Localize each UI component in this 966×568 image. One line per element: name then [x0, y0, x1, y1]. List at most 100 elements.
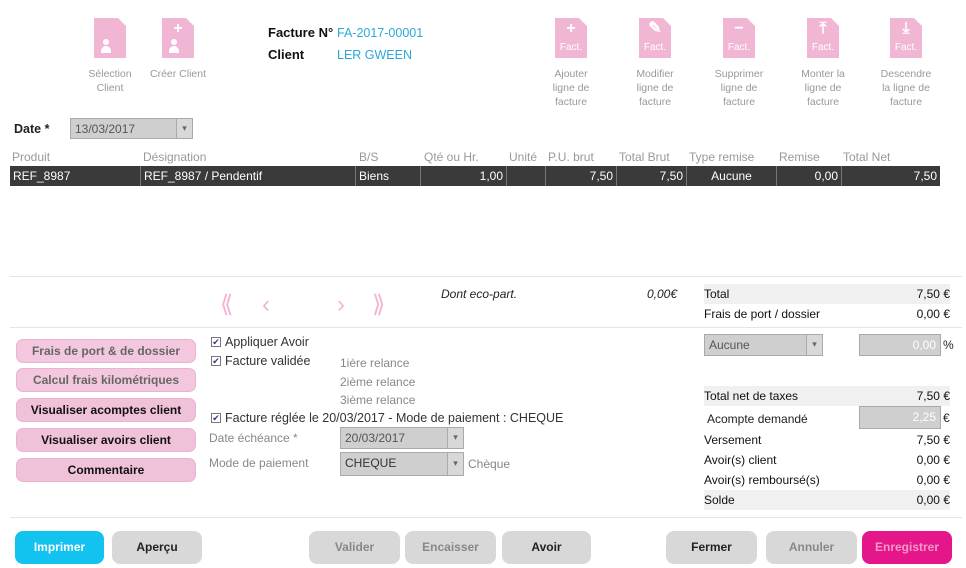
- section-divider: [10, 327, 962, 328]
- frais-row: Frais de port / dossier 0,00 €: [704, 307, 950, 321]
- cell-pu-brut: 7,50: [545, 166, 616, 186]
- supprimer-label-3: facture: [722, 96, 756, 108]
- annuler-button[interactable]: Annuler: [766, 531, 857, 564]
- calcul-frais-km-button[interactable]: Calcul frais kilométriques: [16, 368, 196, 392]
- remise-type-select[interactable]: Aucune ▾: [704, 334, 823, 356]
- acompte-label: Acompte demandé: [707, 412, 808, 426]
- supprimer-label-1: Supprimer: [714, 68, 764, 80]
- modifier-label-1: Modifier: [636, 68, 674, 80]
- visualiser-acomptes-button[interactable]: Visualiser acomptes client: [16, 398, 196, 422]
- remise-pct-input[interactable]: 0,00: [859, 334, 941, 356]
- col-total-net: Total Net: [843, 150, 891, 164]
- first-page-icon[interactable]: ⟪: [220, 293, 233, 317]
- modifier-label-3: facture: [638, 96, 672, 108]
- delete-line-icon: − Fact.: [723, 18, 755, 58]
- fermer-button[interactable]: Fermer: [666, 531, 757, 564]
- mode-paiement-select[interactable]: CHEQUE ▾: [340, 452, 464, 476]
- date-select[interactable]: 13/03/2017 ▾: [70, 118, 193, 139]
- eco-part-value: 0,00€: [647, 287, 678, 301]
- last-page-icon[interactable]: ⟫: [372, 293, 385, 317]
- mode-paiement-text: Chèque: [468, 457, 511, 471]
- imprimer-button[interactable]: Imprimer: [15, 531, 104, 564]
- acompte-input[interactable]: 2,25: [859, 406, 941, 429]
- selection-client-label-1: Sélection: [88, 68, 132, 80]
- percent-sign: %: [943, 338, 954, 352]
- next-page-icon[interactable]: ›: [337, 293, 345, 317]
- creer-client-label: Créer Client: [149, 68, 207, 80]
- col-remise: Remise: [779, 150, 820, 164]
- apercu-button[interactable]: Aperçu: [112, 531, 202, 564]
- col-type-remise: Type remise: [689, 150, 755, 164]
- add-line-icon: + Fact.: [555, 18, 587, 58]
- table-divider: [10, 276, 962, 277]
- relance-1: 1ière relance: [340, 356, 410, 370]
- appliquer-avoir-checkbox[interactable]: ✔: [211, 337, 221, 347]
- modifier-ligne-button[interactable]: ✎ Fact. Modifier ligne de facture: [624, 18, 686, 110]
- supprimer-label-2: ligne de: [720, 82, 758, 94]
- cell-bs: Biens: [355, 166, 420, 186]
- cell-produit: REF_8987: [13, 169, 71, 183]
- net-row: Total net de taxes 7,50 €: [704, 386, 950, 406]
- modifier-label-2: ligne de: [636, 82, 674, 94]
- edit-line-icon: ✎ Fact.: [639, 18, 671, 58]
- valider-button[interactable]: Valider: [309, 531, 400, 564]
- enregistrer-button[interactable]: Enregistrer: [862, 531, 952, 564]
- appliquer-avoir-label: Appliquer Avoir: [225, 335, 309, 349]
- date-label: Date *: [14, 122, 50, 136]
- chevron-down-icon: ▾: [806, 335, 822, 355]
- cell-qte: 1,00: [420, 166, 506, 186]
- creer-client-button[interactable]: + Créer Client: [145, 18, 211, 84]
- avoir-button[interactable]: Avoir: [502, 531, 591, 564]
- frais-port-dossier-button[interactable]: Frais de port & de dossier: [16, 339, 196, 363]
- cell-unite: [506, 166, 545, 186]
- col-bs: B/S: [359, 150, 379, 164]
- prev-page-icon[interactable]: ‹: [262, 293, 270, 317]
- descendre-ligne-button[interactable]: ⤓ Fact. Descendre la ligne de facture: [874, 18, 938, 110]
- ajouter-ligne-button[interactable]: + Fact. Ajouter ligne de facture: [540, 18, 602, 110]
- client-doc-plus-icon: +: [162, 18, 194, 58]
- cell-type-remise: Aucune: [686, 166, 776, 186]
- client-name: LER GWEEN: [337, 48, 413, 62]
- remise-type-value: Aucune: [709, 338, 750, 352]
- facture-validee-label: Facture validée: [225, 354, 311, 368]
- client-doc-person-icon: [94, 18, 126, 58]
- selection-client-button[interactable]: Sélection Client: [80, 18, 140, 98]
- descendre-label-2: la ligne de: [882, 82, 930, 94]
- relance-2: 2ième relance: [340, 375, 416, 389]
- col-pu-brut: P.U. brut: [548, 150, 594, 164]
- cell-remise: 0,00: [776, 166, 841, 186]
- avoirs-client-row: Avoir(s) client 0,00 €: [704, 453, 950, 467]
- cell-total-brut: 7,50: [616, 166, 686, 186]
- invoice-number-label: Facture N°: [268, 25, 334, 40]
- acompte-currency: €: [943, 411, 950, 425]
- encaisser-button[interactable]: Encaisser: [405, 531, 496, 564]
- commentaire-button[interactable]: Commentaire: [16, 458, 196, 482]
- move-up-line-icon: ⤒ Fact.: [807, 18, 839, 58]
- avoirs-rembourses-row: Avoir(s) remboursé(s) 0,00 €: [704, 473, 950, 487]
- chevron-down-icon: ▾: [447, 428, 463, 448]
- descendre-label-3: facture: [889, 96, 923, 108]
- ajouter-label-3: facture: [554, 96, 588, 108]
- total-row: Total 7,50 €: [704, 284, 950, 304]
- date-value: 13/03/2017: [75, 122, 136, 136]
- facture-reglee-label: Facture réglée le 20/03/2017 - Mode de p…: [225, 411, 564, 425]
- invoice-number: FA-2017-00001: [337, 26, 424, 40]
- relance-3: 3ième relance: [340, 393, 416, 407]
- facture-validee-checkbox[interactable]: ✔: [211, 356, 221, 366]
- date-echeance-select[interactable]: 20/03/2017 ▾: [340, 427, 464, 449]
- mode-paiement-label: Mode de paiement: [209, 456, 309, 470]
- supprimer-ligne-button[interactable]: − Fact. Supprimer ligne de facture: [706, 18, 772, 110]
- footer-divider: [10, 517, 962, 518]
- monter-ligne-button[interactable]: ⤒ Fact. Monter la ligne de facture: [792, 18, 854, 110]
- visualiser-avoirs-button[interactable]: Visualiser avoirs client: [16, 428, 196, 452]
- col-designation: Désignation: [143, 150, 207, 164]
- col-qte: Qté ou Hr.: [424, 150, 479, 164]
- cell-total-net: 7,50: [841, 166, 940, 186]
- descendre-label-1: Descendre: [880, 68, 932, 80]
- facture-reglee-checkbox[interactable]: ✔: [211, 413, 221, 423]
- versement-row: Versement 7,50 €: [704, 433, 950, 447]
- ajouter-label-1: Ajouter: [554, 68, 588, 80]
- monter-label-2: ligne de: [804, 82, 842, 94]
- cell-designation: REF_8987 / Pendentif: [140, 166, 355, 186]
- col-unite: Unité: [509, 150, 538, 164]
